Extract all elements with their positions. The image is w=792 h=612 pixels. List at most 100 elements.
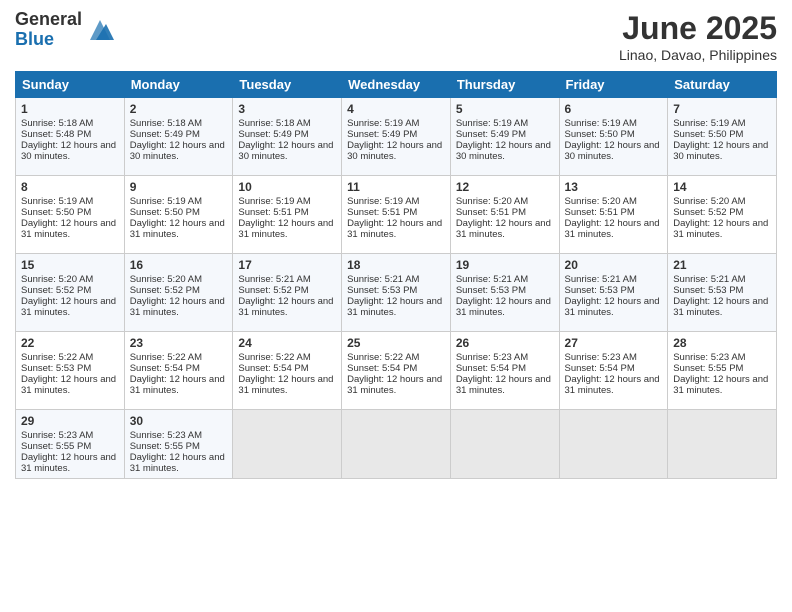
- sunset-value: Sunset: 5:54 PM: [238, 363, 308, 374]
- calendar-page: General Blue June 2025 Linao, Davao, Phi…: [0, 0, 792, 612]
- table-cell: 8Sunrise: 5:19 AMSunset: 5:50 PMDaylight…: [16, 176, 125, 254]
- day-number: 2: [130, 102, 228, 116]
- sunrise-value: Sunrise: 5:19 AM: [347, 118, 419, 129]
- day-number: 9: [130, 180, 228, 194]
- sunset-value: Sunset: 5:49 PM: [347, 129, 417, 140]
- table-cell: [450, 410, 559, 479]
- sunset-value: Sunset: 5:53 PM: [565, 285, 635, 296]
- sunrise-value: Sunrise: 5:19 AM: [21, 196, 93, 207]
- day-number: 18: [347, 258, 445, 272]
- table-cell: 29Sunrise: 5:23 AMSunset: 5:55 PMDayligh…: [16, 410, 125, 479]
- daylight-value: Daylight: 12 hours and 31 minutes.: [238, 374, 333, 396]
- day-number: 14: [673, 180, 771, 194]
- table-cell: 28Sunrise: 5:23 AMSunset: 5:55 PMDayligh…: [668, 332, 777, 410]
- col-wednesday: Wednesday: [342, 72, 451, 98]
- table-cell: [559, 410, 668, 479]
- table-cell: 30Sunrise: 5:23 AMSunset: 5:55 PMDayligh…: [124, 410, 233, 479]
- table-cell: [233, 410, 342, 479]
- day-number: 28: [673, 336, 771, 350]
- sunset-value: Sunset: 5:51 PM: [456, 207, 526, 218]
- col-saturday: Saturday: [668, 72, 777, 98]
- sunrise-value: Sunrise: 5:22 AM: [347, 352, 419, 363]
- sunrise-value: Sunrise: 5:21 AM: [456, 274, 528, 285]
- sunrise-value: Sunrise: 5:19 AM: [673, 118, 745, 129]
- table-cell: 15Sunrise: 5:20 AMSunset: 5:52 PMDayligh…: [16, 254, 125, 332]
- day-number: 10: [238, 180, 336, 194]
- sunset-value: Sunset: 5:53 PM: [347, 285, 417, 296]
- daylight-value: Daylight: 12 hours and 31 minutes.: [673, 296, 768, 318]
- sunset-value: Sunset: 5:49 PM: [130, 129, 200, 140]
- sunset-value: Sunset: 5:53 PM: [21, 363, 91, 374]
- day-number: 30: [130, 414, 228, 428]
- daylight-value: Daylight: 12 hours and 30 minutes.: [130, 140, 225, 162]
- sunset-value: Sunset: 5:49 PM: [238, 129, 308, 140]
- daylight-value: Daylight: 12 hours and 31 minutes.: [347, 218, 442, 240]
- calendar-table: Sunday Monday Tuesday Wednesday Thursday…: [15, 71, 777, 479]
- sunset-value: Sunset: 5:48 PM: [21, 129, 91, 140]
- daylight-value: Daylight: 12 hours and 31 minutes.: [21, 374, 116, 396]
- daylight-value: Daylight: 12 hours and 31 minutes.: [565, 218, 660, 240]
- logo: General Blue: [15, 10, 114, 50]
- sunrise-value: Sunrise: 5:23 AM: [21, 430, 93, 441]
- table-cell: 12Sunrise: 5:20 AMSunset: 5:51 PMDayligh…: [450, 176, 559, 254]
- table-cell: 5Sunrise: 5:19 AMSunset: 5:49 PMDaylight…: [450, 98, 559, 176]
- sunset-value: Sunset: 5:54 PM: [130, 363, 200, 374]
- sunrise-value: Sunrise: 5:20 AM: [21, 274, 93, 285]
- title-block: June 2025 Linao, Davao, Philippines: [619, 10, 777, 63]
- table-cell: 7Sunrise: 5:19 AMSunset: 5:50 PMDaylight…: [668, 98, 777, 176]
- table-cell: 2 Sunrise: 5:18 AMSunset: 5:49 PMDaylight…: [124, 98, 233, 176]
- day-number: 21: [673, 258, 771, 272]
- table-cell: 19Sunrise: 5:21 AMSunset: 5:53 PMDayligh…: [450, 254, 559, 332]
- table-cell: [342, 410, 451, 479]
- sunrise-value: Sunrise: 5:18 AM: [21, 118, 93, 129]
- daylight-value: Daylight: 12 hours and 30 minutes.: [238, 140, 333, 162]
- table-cell: 11 Sunrise: 5:19 AMSunset: 5:51 PMDayligh…: [342, 176, 451, 254]
- daylight-value: Daylight: 12 hours and 31 minutes.: [347, 374, 442, 396]
- table-cell: 26Sunrise: 5:23 AMSunset: 5:54 PMDayligh…: [450, 332, 559, 410]
- sunrise-value: Sunrise: 5:23 AM: [673, 352, 745, 363]
- day-number: 3: [238, 102, 336, 116]
- sunrise-value: Sunrise: 5:19 AM: [347, 196, 419, 207]
- sunset-value: Sunset: 5:53 PM: [456, 285, 526, 296]
- daylight-value: Daylight: 12 hours and 30 minutes.: [565, 140, 660, 162]
- sunset-value: Sunset: 5:50 PM: [130, 207, 200, 218]
- sunrise-value: Sunrise: 5:19 AM: [238, 196, 310, 207]
- daylight-value: Daylight: 12 hours and 31 minutes.: [130, 374, 225, 396]
- calendar-title: June 2025: [619, 10, 777, 47]
- daylight-value: Daylight: 12 hours and 30 minutes.: [456, 140, 551, 162]
- sunset-value: Sunset: 5:52 PM: [130, 285, 200, 296]
- sunset-value: Sunset: 5:51 PM: [347, 207, 417, 218]
- table-cell: 23Sunrise: 5:22 AMSunset: 5:54 PMDayligh…: [124, 332, 233, 410]
- sunrise-value: Sunrise: 5:18 AM: [238, 118, 310, 129]
- day-number: 11: [347, 180, 445, 194]
- sunrise-value: Sunrise: 5:21 AM: [347, 274, 419, 285]
- day-number: 5: [456, 102, 554, 116]
- col-thursday: Thursday: [450, 72, 559, 98]
- table-cell: 9Sunrise: 5:19 AMSunset: 5:50 PMDaylight…: [124, 176, 233, 254]
- day-number: 24: [238, 336, 336, 350]
- table-cell: [668, 410, 777, 479]
- table-cell: 6Sunrise: 5:19 AMSunset: 5:50 PMDaylight…: [559, 98, 668, 176]
- table-cell: 25Sunrise: 5:22 AMSunset: 5:54 PMDayligh…: [342, 332, 451, 410]
- day-number: 27: [565, 336, 663, 350]
- day-number: 23: [130, 336, 228, 350]
- logo-icon: [86, 16, 114, 44]
- header-row: Sunday Monday Tuesday Wednesday Thursday…: [16, 72, 777, 98]
- daylight-value: Daylight: 12 hours and 30 minutes.: [673, 140, 768, 162]
- sunrise-value: Sunrise: 5:20 AM: [565, 196, 637, 207]
- daylight-value: Daylight: 12 hours and 31 minutes.: [21, 218, 116, 240]
- sunset-value: Sunset: 5:51 PM: [565, 207, 635, 218]
- daylight-value: Daylight: 12 hours and 31 minutes.: [130, 218, 225, 240]
- daylight-value: Daylight: 12 hours and 31 minutes.: [21, 452, 116, 474]
- day-number: 17: [238, 258, 336, 272]
- sunset-value: Sunset: 5:55 PM: [130, 441, 200, 452]
- table-cell: 24Sunrise: 5:22 AMSunset: 5:54 PMDayligh…: [233, 332, 342, 410]
- daylight-value: Daylight: 12 hours and 31 minutes.: [238, 296, 333, 318]
- sunset-value: Sunset: 5:52 PM: [238, 285, 308, 296]
- page-header: General Blue June 2025 Linao, Davao, Phi…: [15, 10, 777, 63]
- day-number: 4: [347, 102, 445, 116]
- sunrise-value: Sunrise: 5:18 AM: [130, 118, 202, 129]
- day-number: 1: [21, 102, 119, 116]
- daylight-value: Daylight: 12 hours and 31 minutes.: [130, 452, 225, 474]
- table-cell: 27Sunrise: 5:23 AMSunset: 5:54 PMDayligh…: [559, 332, 668, 410]
